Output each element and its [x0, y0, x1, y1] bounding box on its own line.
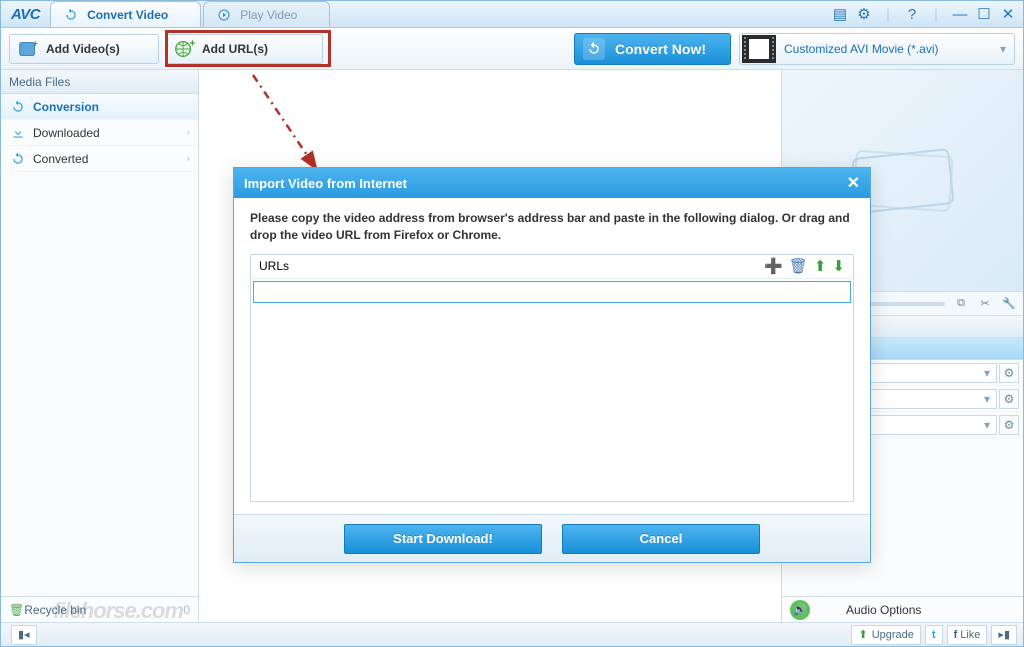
gear-icon[interactable]: ⚙: [999, 389, 1019, 409]
refresh-icon: [583, 38, 605, 60]
play-icon: [216, 7, 232, 23]
close-icon[interactable]: ✕: [999, 5, 1017, 23]
chevron-right-icon: ›: [187, 127, 190, 138]
maximize-icon[interactable]: ☐: [975, 5, 993, 23]
sidebar-item-downloaded[interactable]: Downloaded ›: [1, 120, 198, 146]
chevron-down-icon: ▾: [984, 366, 990, 380]
sidebar-item-label: Converted: [33, 152, 88, 166]
dialog-footer: Start Download! Cancel: [234, 514, 870, 562]
globe-add-icon: +: [172, 37, 196, 61]
tab-label: Play Video: [240, 8, 297, 22]
add-videos-button[interactable]: + Add Video(s): [9, 34, 159, 64]
sidebar-item-conversion[interactable]: Conversion: [1, 94, 198, 120]
upgrade-button[interactable]: ⬆Upgrade: [851, 625, 920, 645]
gear-icon[interactable]: ⚙: [999, 415, 1019, 435]
button-label: Add URL(s): [202, 42, 268, 56]
download-icon: [9, 125, 27, 141]
status-bar: ▮◂ ⬆Upgrade t fLike ▸▮: [1, 622, 1023, 646]
close-icon[interactable]: ✕: [847, 173, 860, 193]
gear-icon[interactable]: ⚙: [855, 5, 873, 23]
sidebar-heading: Media Files: [1, 70, 198, 94]
svg-text:+: +: [33, 38, 38, 48]
chevron-down-icon: ▾: [984, 392, 990, 406]
sidebar-item-converted[interactable]: Converted ›: [1, 146, 198, 172]
menu-icon[interactable]: ▤: [831, 5, 849, 23]
dialog-title-bar: Import Video from Internet ✕: [234, 168, 870, 198]
cut-icon[interactable]: ✂: [977, 297, 993, 310]
svg-text:+: +: [190, 38, 196, 49]
panel-toggle-left[interactable]: ▮◂: [11, 625, 37, 645]
refresh-icon: [9, 99, 27, 115]
audio-options-button[interactable]: 🔊 Audio Options: [782, 596, 1023, 622]
trash-icon[interactable]: 🗑: [789, 257, 808, 275]
chevron-down-icon: ▾: [984, 418, 990, 432]
panel-toggle-right[interactable]: ▸▮: [991, 625, 1017, 645]
recycle-count: 0: [183, 603, 190, 617]
tab-play-video[interactable]: Play Video: [203, 1, 330, 27]
url-input[interactable]: [253, 281, 851, 303]
format-label: Customized AVI Movie (*.avi): [784, 42, 939, 56]
urls-header: URLs ➕ 🗑 ⬆ ⬇: [251, 255, 853, 279]
sidebar: Media Files Conversion Downloaded › Conv…: [1, 70, 199, 622]
settings-icon[interactable]: 🔧: [1001, 297, 1017, 310]
urls-panel: URLs ➕ 🗑 ⬆ ⬇: [250, 254, 854, 502]
speaker-icon: 🔊: [790, 600, 810, 620]
urls-label: URLs: [259, 259, 289, 273]
crop-icon[interactable]: ⧉: [953, 297, 969, 310]
dialog-message: Please copy the video address from brows…: [250, 210, 854, 244]
window-controls: ▤ ⚙ | ? | — ☐ ✕: [831, 5, 1023, 23]
title-bar: AVC Convert Video Play Video ▤ ⚙ | ? | —…: [1, 1, 1023, 28]
refresh-icon: [63, 7, 79, 23]
film-add-icon: +: [16, 37, 40, 61]
refresh-icon: [9, 151, 27, 167]
trash-icon: 🗑: [9, 603, 24, 617]
start-download-button[interactable]: Start Download!: [344, 524, 542, 554]
recycle-bin[interactable]: 🗑 Recycle bin 0: [1, 596, 198, 622]
app-logo: AVC: [1, 6, 50, 23]
cancel-button[interactable]: Cancel: [562, 524, 760, 554]
fb-like-button[interactable]: fLike: [947, 625, 988, 645]
twitter-button[interactable]: t: [925, 625, 943, 645]
button-label: Convert Now!: [615, 41, 706, 57]
arrow-up-icon[interactable]: ⬆: [814, 257, 827, 275]
tab-convert-video[interactable]: Convert Video: [50, 1, 201, 27]
chevron-down-icon: ▾: [992, 42, 1014, 56]
add-icon[interactable]: ➕: [764, 257, 783, 275]
import-url-dialog: Import Video from Internet ✕ Please copy…: [233, 167, 871, 563]
audio-options-label: Audio Options: [846, 603, 921, 617]
chevron-right-icon: ›: [187, 153, 190, 164]
convert-now-button[interactable]: Convert Now!: [574, 33, 731, 65]
recycle-label: Recycle bin: [24, 603, 86, 617]
gear-icon[interactable]: ⚙: [999, 363, 1019, 383]
sidebar-item-label: Conversion: [33, 100, 99, 114]
output-format-dropdown[interactable]: Customized AVI Movie (*.avi) ▾: [739, 33, 1015, 65]
dialog-title: Import Video from Internet: [244, 176, 407, 191]
toolbar: + Add Video(s) + Add URL(s) Convert Now!…: [1, 28, 1023, 70]
tab-label: Convert Video: [87, 8, 168, 22]
button-label: Add Video(s): [46, 42, 120, 56]
arrow-down-icon[interactable]: ⬇: [832, 257, 845, 275]
film-icon: [742, 35, 776, 63]
minimize-icon[interactable]: —: [951, 6, 969, 23]
help-icon[interactable]: ?: [903, 6, 921, 23]
sidebar-item-label: Downloaded: [33, 126, 100, 140]
add-urls-button[interactable]: + Add URL(s): [165, 34, 323, 64]
